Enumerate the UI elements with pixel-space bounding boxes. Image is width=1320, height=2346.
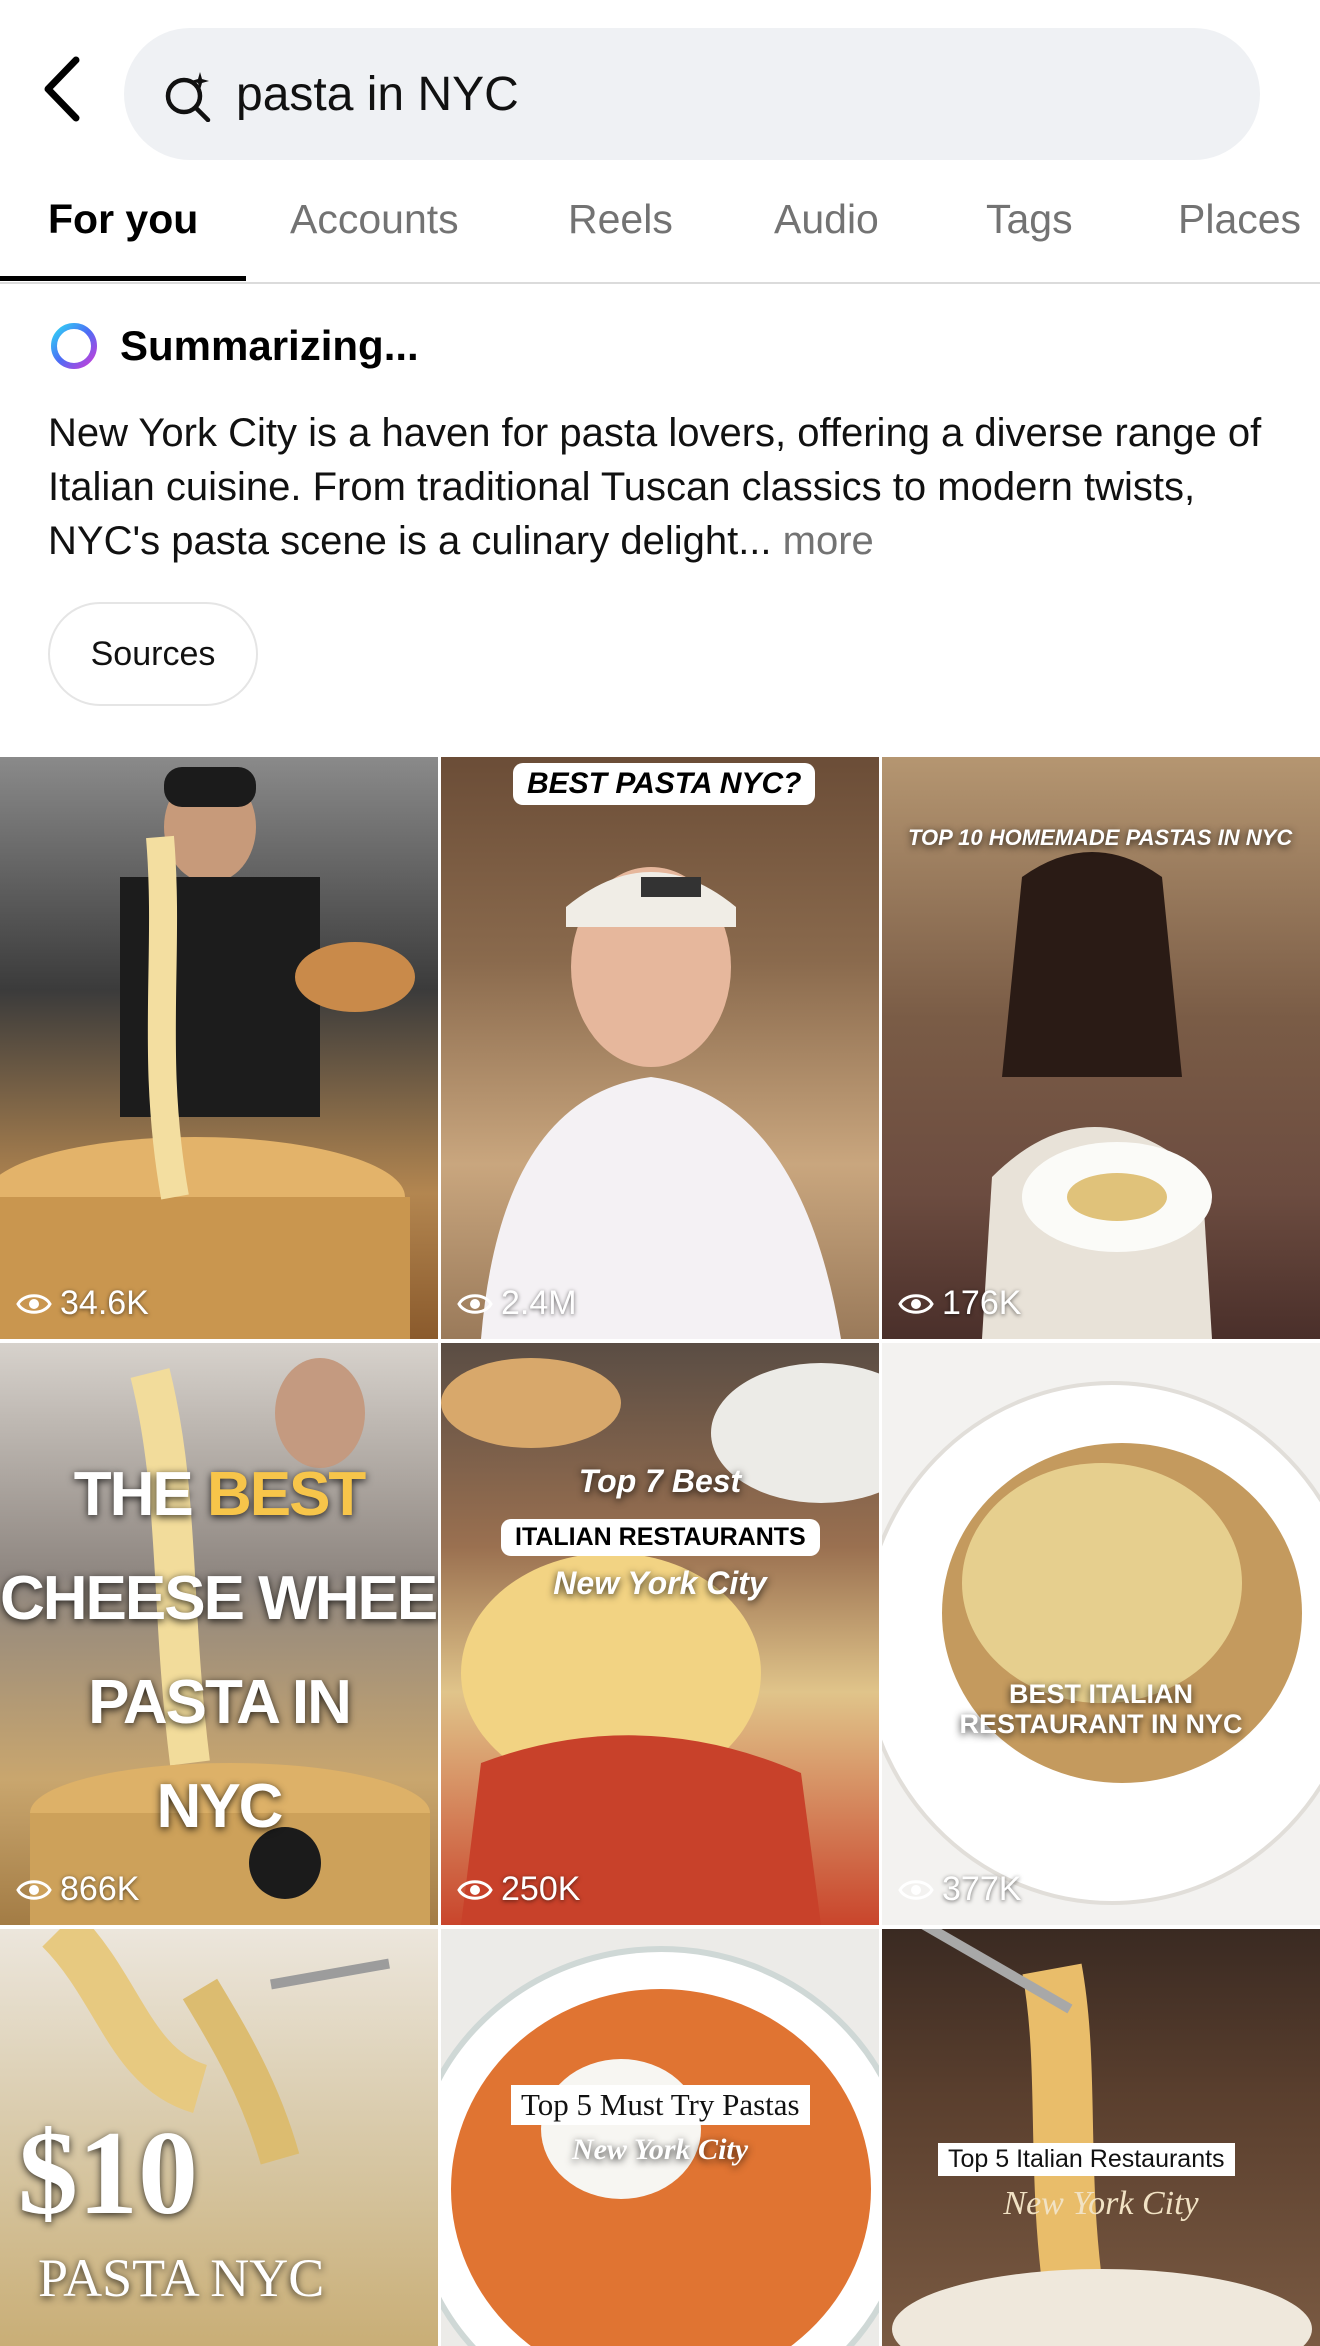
- tab-audio[interactable]: Audio: [774, 196, 879, 243]
- tab-for-you[interactable]: For you: [48, 196, 198, 243]
- view-count: 34.6K: [16, 1284, 149, 1323]
- overlay-text: TOP 10 HOMEMADE PASTAS IN NYC: [908, 825, 1293, 850]
- lasagna-scene: [441, 1358, 879, 1925]
- overlay-text: Top 5 Must Try Pastas: [511, 2085, 810, 2125]
- ai-summary-status: Summarizing...: [120, 322, 419, 369]
- eye-icon: [16, 1879, 52, 1900]
- eye-icon: [457, 1879, 493, 1900]
- overlay-text: BEST PASTA NYC?: [513, 763, 816, 805]
- overlay-word: THE: [73, 1460, 194, 1529]
- overlay-text: New York City: [1003, 2185, 1199, 2222]
- reel-thumbnail[interactable]: Top 5 Must Try Pastas New York City: [441, 1929, 879, 2346]
- tab-places[interactable]: Places: [1178, 196, 1301, 243]
- overlay-text: New York City: [553, 1565, 767, 1601]
- meta-ai-ring-icon: [51, 323, 97, 369]
- chef-pasta-scene: [0, 767, 415, 1339]
- search-input[interactable]: [236, 66, 1216, 122]
- overlay-text: PASTA NYC: [38, 2248, 325, 2308]
- tab-reels[interactable]: Reels: [568, 196, 673, 243]
- results-grid: 34.6K BEST PASTA NYC? 2.4M TOP 10 HOMEMA…: [0, 757, 1320, 2346]
- view-count-value: 250K: [501, 1870, 581, 1908]
- view-count: 377K: [898, 1870, 1021, 1909]
- overlay-line: RESTAURANT IN NYC: [959, 1709, 1243, 1739]
- sources-button[interactable]: Sources: [48, 602, 258, 706]
- eye-icon: [898, 1879, 934, 1900]
- overlay-text: ITALIAN RESTAURANTS: [501, 1519, 820, 1556]
- eye-icon: [898, 1293, 934, 1314]
- view-count: 250K: [457, 1870, 580, 1909]
- overlay-text: THE BEST CHEESE WHEEL PASTA IN NYC: [0, 1443, 438, 1859]
- reel-thumbnail[interactable]: BEST PASTA NYC? 2.4M: [441, 757, 879, 1339]
- overlay-highlight-word: BEST: [206, 1460, 366, 1529]
- reel-thumbnail[interactable]: 34.6K: [0, 757, 438, 1339]
- view-count-value: 176K: [942, 1284, 1022, 1322]
- overlay-line: CHEESE WHEEL: [0, 1564, 438, 1633]
- view-count-value: 34.6K: [60, 1284, 149, 1322]
- reel-thumbnail[interactable]: $10 PASTA NYC: [0, 1929, 438, 2346]
- view-count: 2.4M: [457, 1284, 577, 1323]
- reel-thumbnail[interactable]: Top 5 Italian Restaurants New York City: [882, 1929, 1320, 2346]
- overlay-line: NYC: [156, 1772, 284, 1841]
- view-count: 866K: [16, 1870, 139, 1909]
- overlay-text: Top 5 Italian Restaurants: [938, 2143, 1235, 2176]
- overlay-line: PASTA IN: [88, 1668, 352, 1737]
- overlay-text: New York City: [571, 2133, 749, 2166]
- reel-thumbnail[interactable]: Top 7 Best ITALIAN RESTAURANTS New York …: [441, 1343, 879, 1925]
- eye-icon: [457, 1293, 493, 1314]
- twirled-pasta-scene: [892, 1929, 1312, 2346]
- ai-summary-text: New York City is a haven for pasta lover…: [48, 406, 1288, 568]
- view-count-value: 866K: [60, 1870, 140, 1908]
- eye-icon: [16, 1293, 52, 1314]
- tab-accounts[interactable]: Accounts: [290, 196, 459, 243]
- back-arrow-icon[interactable]: [38, 54, 88, 124]
- reel-thumbnail[interactable]: THE BEST CHEESE WHEEL PASTA IN NYC 866K: [0, 1343, 438, 1925]
- reel-thumbnail[interactable]: BEST ITALIAN RESTAURANT IN NYC 377K: [882, 1343, 1320, 1925]
- overlay-price: $10: [18, 2106, 198, 2239]
- overlay-text: BEST ITALIAN RESTAURANT IN NYC: [882, 1679, 1320, 1739]
- search-bar[interactable]: [124, 28, 1260, 160]
- more-link[interactable]: more: [783, 519, 874, 563]
- overlay-text: Top 7 Best: [578, 1463, 742, 1499]
- presenter-scene: [481, 867, 841, 1339]
- view-count-value: 377K: [942, 1870, 1022, 1908]
- overlay-line: BEST ITALIAN: [1009, 1679, 1193, 1709]
- tortellini-plate-scene: [882, 1381, 1320, 1905]
- ai-search-icon: [165, 72, 211, 122]
- reel-thumbnail[interactable]: TOP 10 HOMEMADE PASTAS IN NYC 176K: [882, 757, 1320, 1339]
- tab-tags[interactable]: Tags: [986, 196, 1073, 243]
- view-count-value: 2.4M: [501, 1284, 577, 1322]
- search-tabs: For you Accounts Reels Audio Tags Places: [0, 176, 1320, 284]
- active-tab-indicator: [0, 276, 246, 281]
- ai-summary-body: New York City is a haven for pasta lover…: [48, 411, 1262, 563]
- view-count: 176K: [898, 1284, 1021, 1323]
